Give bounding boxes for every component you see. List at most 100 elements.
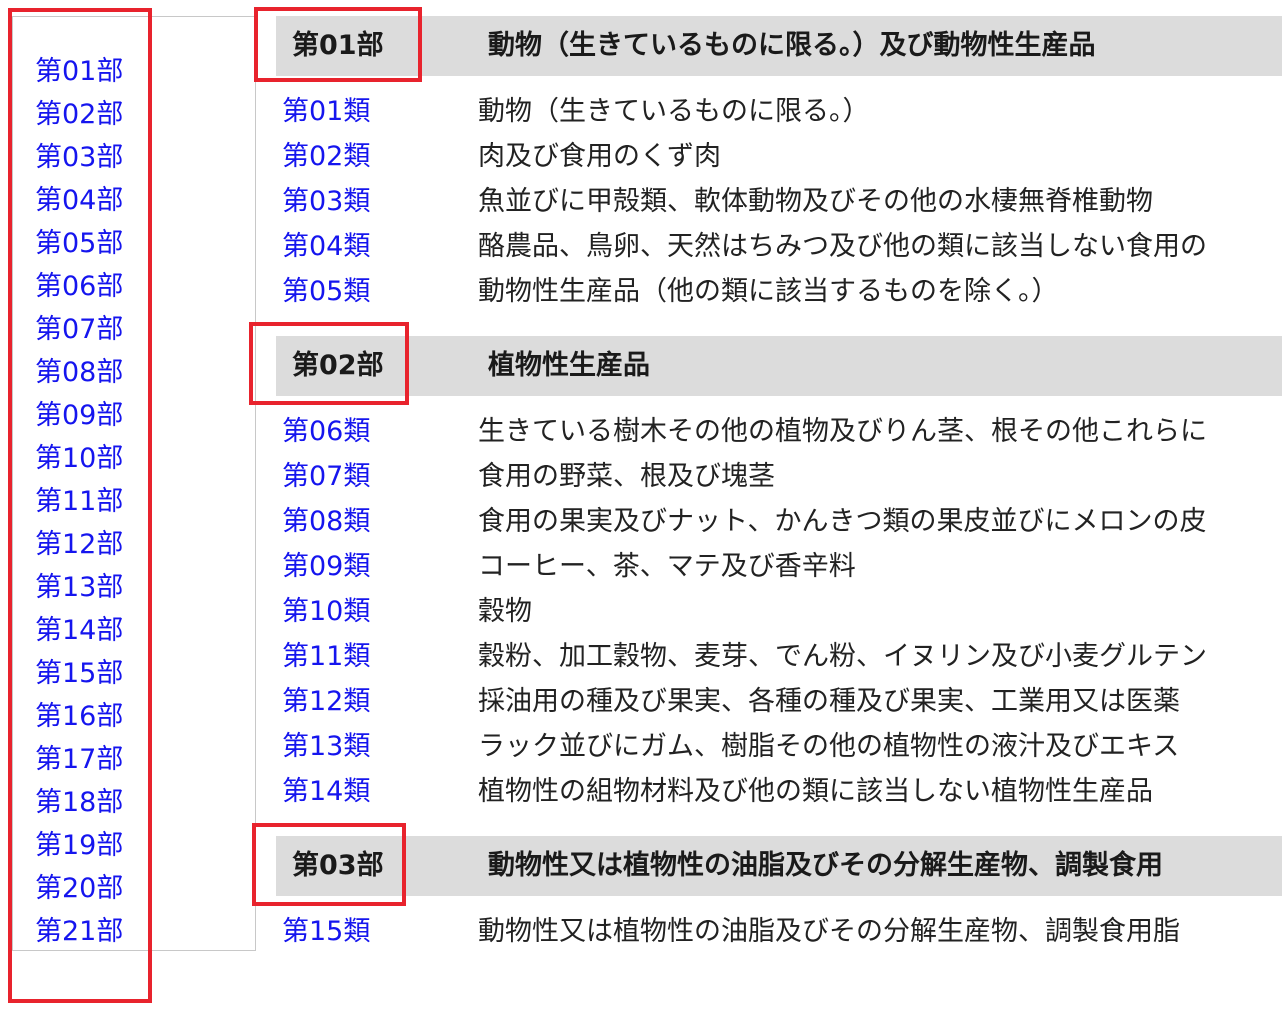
section-header: 第02部 植物性生産品 <box>276 336 1282 396</box>
section-id: 第01部 <box>292 30 384 61</box>
chapter-description: 採油用の種及び果実、各種の種及び果実、工業用又は医薬 <box>478 686 1180 717</box>
section-link[interactable]: 第08部 <box>35 357 123 388</box>
chapter-link[interactable]: 第09類 <box>282 544 370 589</box>
chapter-row: 第11類 穀粉、加工穀物、麦芽、でん粉、イヌリン及び小麦グルテン <box>276 634 1282 679</box>
chapter-description: 魚並びに甲殻類、軟体動物及びその他の水棲無脊椎動物 <box>478 186 1153 217</box>
chapter-description: 動物性生産品（他の類に該当するものを除く。） <box>478 276 1059 307</box>
section-header: 第01部 動物（生きているものに限る。）及び動物性生産品 <box>276 16 1282 76</box>
sidebar-item: 第13部 <box>35 566 123 609</box>
sidebar-item: 第20部 <box>35 867 123 910</box>
section-title: 動物（生きているものに限る。）及び動物性生産品 <box>488 30 1096 61</box>
sidebar-item: 第03部 <box>35 136 123 179</box>
section-nav-list: 第01部第02部第03部第04部第05部第06部第07部第08部第09部第10部… <box>35 50 123 953</box>
sidebar-item: 第06部 <box>35 265 123 308</box>
section-id: 第02部 <box>292 350 384 381</box>
sidebar-item: 第08部 <box>35 351 123 394</box>
section-link[interactable]: 第19部 <box>35 830 123 861</box>
section-01: 第01部 動物（生きているものに限る。）及び動物性生産品 第01類 動物（生きてい… <box>276 16 1282 314</box>
sidebar-item: 第09部 <box>35 394 123 437</box>
section-link[interactable]: 第03部 <box>35 142 123 173</box>
section-link[interactable]: 第02部 <box>35 99 123 130</box>
chapter-link[interactable]: 第07類 <box>282 454 370 499</box>
chapter-link[interactable]: 第15類 <box>282 909 370 954</box>
section-id: 第03部 <box>292 850 384 881</box>
chapter-row: 第07類 食用の野菜、根及び塊茎 <box>276 454 1282 499</box>
chapter-row: 第03類 魚並びに甲殻類、軟体動物及びその他の水棲無脊椎動物 <box>276 179 1282 224</box>
chapter-link[interactable]: 第01類 <box>282 89 370 134</box>
chapter-description: 酪農品、鳥卵、天然はちみつ及び他の類に該当しない食用の <box>478 231 1207 262</box>
chapter-link[interactable]: 第08類 <box>282 499 370 544</box>
chapter-link[interactable]: 第12類 <box>282 679 370 724</box>
section-link[interactable]: 第16部 <box>35 701 123 732</box>
section-link[interactable]: 第05部 <box>35 228 123 259</box>
chapter-link[interactable]: 第13類 <box>282 724 370 769</box>
sidebar-item: 第02部 <box>35 93 123 136</box>
sidebar-item: 第07部 <box>35 308 123 351</box>
section-link[interactable]: 第21部 <box>35 916 123 947</box>
section-link[interactable]: 第12部 <box>35 529 123 560</box>
section-title: 動物性又は植物性の油脂及びその分解生産物、調製食用 <box>488 850 1163 881</box>
chapter-description: コーヒー、茶、マテ及び香辛料 <box>478 551 856 582</box>
chapter-link[interactable]: 第03類 <box>282 179 370 224</box>
section-link[interactable]: 第14部 <box>35 615 123 646</box>
chapter-link[interactable]: 第11類 <box>282 634 370 679</box>
chapter-row: 第05類 動物性生産品（他の類に該当するものを除く。） <box>276 269 1282 314</box>
chapter-description: 食用の果実及びナット、かんきつ類の果皮並びにメロンの皮 <box>478 506 1207 537</box>
sidebar-item: 第16部 <box>35 695 123 738</box>
section-link[interactable]: 第17部 <box>35 744 123 775</box>
sidebar-item: 第19部 <box>35 824 123 867</box>
sidebar-item: 第01部 <box>35 50 123 93</box>
sidebar-item: 第15部 <box>35 652 123 695</box>
section-link[interactable]: 第18部 <box>35 787 123 818</box>
chapter-row: 第15類 動物性又は植物性の油脂及びその分解生産物、調製食用脂 <box>276 909 1282 954</box>
chapter-row: 第10類 穀物 <box>276 589 1282 634</box>
chapter-description: 穀粉、加工穀物、麦芽、でん粉、イヌリン及び小麦グルテン <box>478 641 1207 672</box>
chapter-description: 生きている樹木その他の植物及びりん茎、根その他これらに <box>478 416 1207 447</box>
chapter-row: 第08類 食用の果実及びナット、かんきつ類の果皮並びにメロンの皮 <box>276 499 1282 544</box>
chapter-list: 第01類 動物（生きているものに限る。） 第02類 肉及び食用のくず肉第03類 魚並びに… <box>276 89 1282 314</box>
chapter-link[interactable]: 第14類 <box>282 769 370 814</box>
sidebar-item: 第12部 <box>35 523 123 566</box>
chapter-link[interactable]: 第10類 <box>282 589 370 634</box>
chapter-row: 第06類 生きている樹木その他の植物及びりん茎、根その他これらに <box>276 409 1282 454</box>
chapter-list: 第06類 生きている樹木その他の植物及びりん茎、根その他これらに第07類 食用の野菜… <box>276 409 1282 814</box>
section-link[interactable]: 第15部 <box>35 658 123 689</box>
sidebar-item: 第18部 <box>35 781 123 824</box>
chapter-description: 動物（生きているものに限る。） <box>478 96 870 127</box>
chapter-description: 植物性の組物材料及び他の類に該当しない植物性生産品 <box>478 776 1153 807</box>
chapter-row: 第14類 植物性の組物材料及び他の類に該当しない植物性生産品 <box>276 769 1282 814</box>
chapter-description: 肉及び食用のくず肉 <box>478 141 721 172</box>
chapter-row: 第01類 動物（生きているものに限る。） <box>276 89 1282 134</box>
sidebar-item: 第21部 <box>35 910 123 953</box>
section-link[interactable]: 第01部 <box>35 56 123 87</box>
chapter-link[interactable]: 第02類 <box>282 134 370 179</box>
chapter-row: 第12類 採油用の種及び果実、各種の種及び果実、工業用又は医薬 <box>276 679 1282 724</box>
section-header: 第03部 動物性又は植物性の油脂及びその分解生産物、調製食用 <box>276 836 1282 896</box>
section-link[interactable]: 第13部 <box>35 572 123 603</box>
chapter-row: 第02類 肉及び食用のくず肉 <box>276 134 1282 179</box>
section-link[interactable]: 第06部 <box>35 271 123 302</box>
sidebar-item: 第10部 <box>35 437 123 480</box>
chapter-description: 穀物 <box>478 596 532 627</box>
sidebar-item: 第17部 <box>35 738 123 781</box>
section-nav-panel: 第01部第02部第03部第04部第05部第06部第07部第08部第09部第10部… <box>12 16 256 951</box>
sidebar-item: 第14部 <box>35 609 123 652</box>
section-link[interactable]: 第04部 <box>35 185 123 216</box>
chapter-description: 動物性又は植物性の油脂及びその分解生産物、調製食用脂 <box>478 916 1180 947</box>
chapter-link[interactable]: 第05類 <box>282 269 370 314</box>
section-link[interactable]: 第09部 <box>35 400 123 431</box>
sidebar-item: 第05部 <box>35 222 123 265</box>
sidebar-item: 第11部 <box>35 480 123 523</box>
chapter-description: 食用の野菜、根及び塊茎 <box>478 461 775 492</box>
chapter-link[interactable]: 第06類 <box>282 409 370 454</box>
section-link[interactable]: 第11部 <box>35 486 123 517</box>
chapter-link[interactable]: 第04類 <box>282 224 370 269</box>
section-03: 第03部 動物性又は植物性の油脂及びその分解生産物、調製食用 第15類 動物性又は… <box>276 836 1282 954</box>
chapter-description: ラック並びにガム、樹脂その他の植物性の液汁及びエキス <box>478 731 1180 762</box>
chapter-row: 第09類 コーヒー、茶、マテ及び香辛料 <box>276 544 1282 589</box>
sidebar-item: 第04部 <box>35 179 123 222</box>
section-link[interactable]: 第10部 <box>35 443 123 474</box>
section-link[interactable]: 第07部 <box>35 314 123 345</box>
section-link[interactable]: 第20部 <box>35 873 123 904</box>
section-02: 第02部 植物性生産品 第06類 生きている樹木その他の植物及びりん茎、根その他こ… <box>276 336 1282 814</box>
